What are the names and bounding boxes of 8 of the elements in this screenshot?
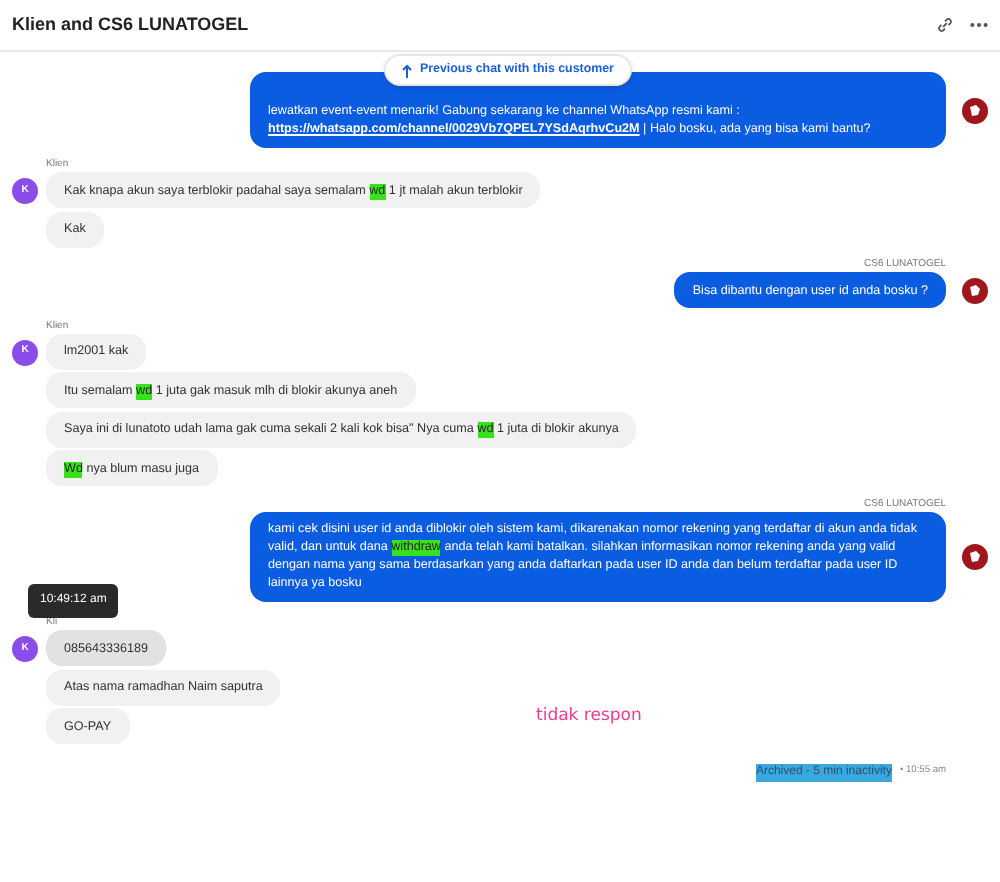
link-icon[interactable] — [936, 16, 954, 34]
agent-avatar-icon — [962, 544, 988, 571]
more-icon[interactable] — [970, 22, 988, 28]
agent-avatar-icon — [962, 278, 988, 305]
arrow-up-icon — [402, 63, 412, 77]
chat-title: Klien and CS6 LUNATOGEL — [12, 11, 249, 38]
annotation-text: tidak respon — [536, 704, 642, 730]
agent-avatar-icon — [962, 98, 988, 124]
